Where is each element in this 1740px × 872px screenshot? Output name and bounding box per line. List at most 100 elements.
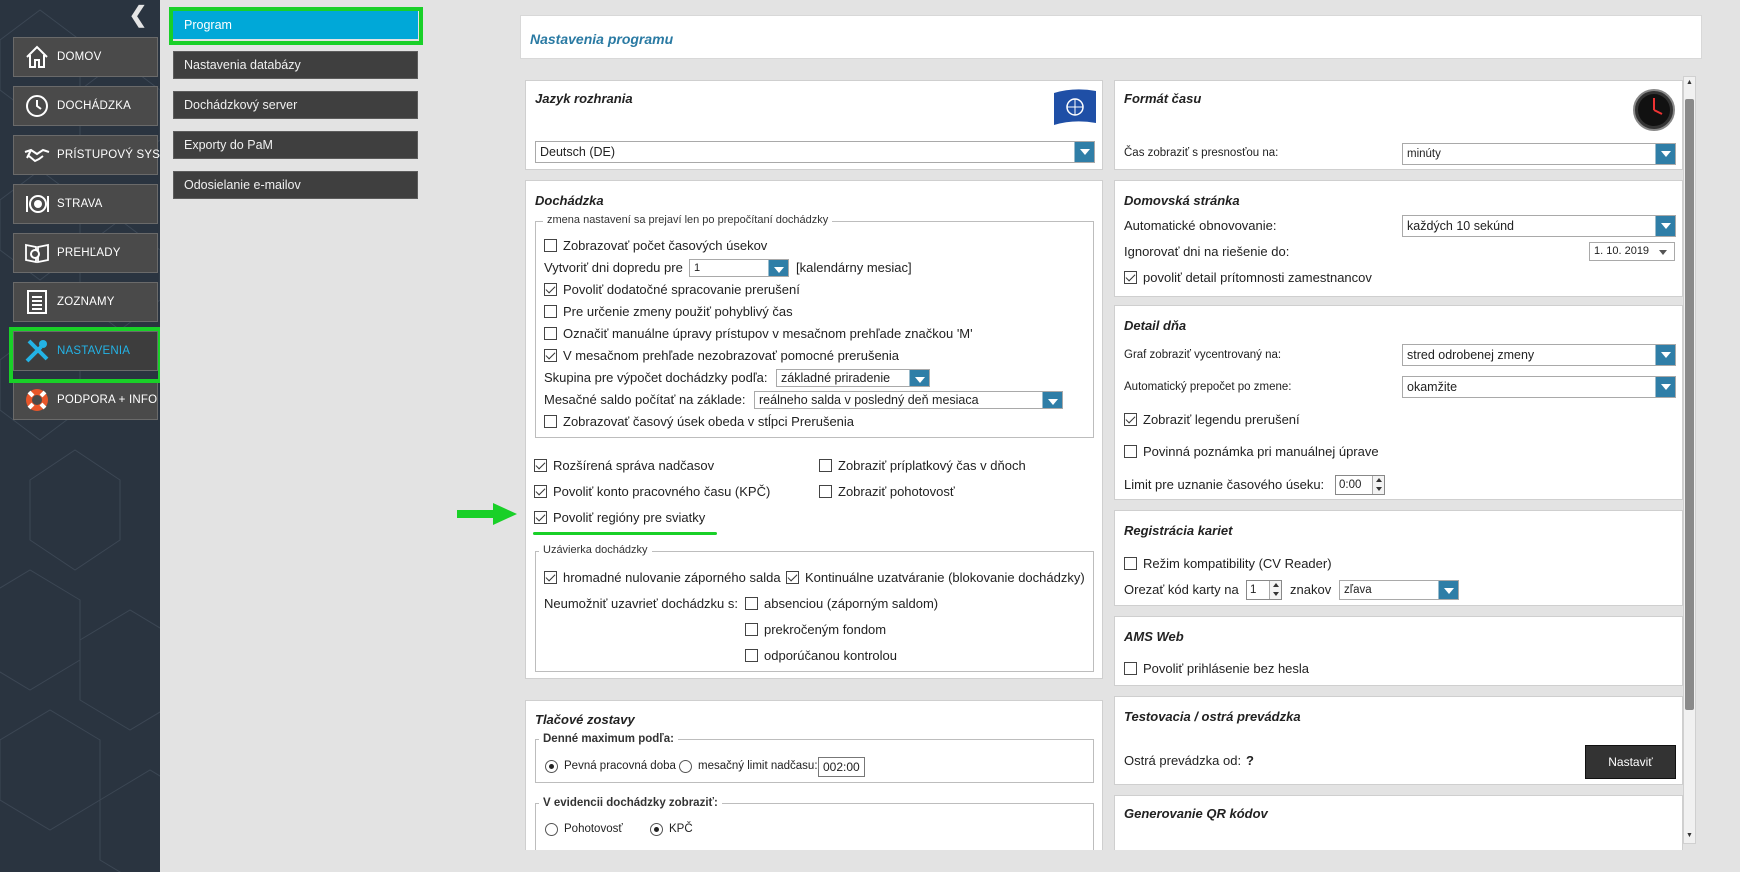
highlight-underline	[533, 532, 717, 535]
panel-title: Dochádzka	[535, 193, 604, 208]
stepper-value: 1	[1250, 584, 1257, 596]
radio-button[interactable]	[545, 760, 558, 773]
checkbox[interactable]	[534, 485, 547, 498]
nav-item-domov[interactable]: DOMOV	[13, 37, 158, 77]
radio-button[interactable]	[650, 823, 663, 836]
fieldset-legend: Uzávierka dochádzky	[539, 544, 652, 556]
nav-item-prehlady[interactable]: PREHĽADY	[13, 233, 158, 273]
nav-item-pristupovy[interactable]: PRÍSTUPOVÝ SYS.	[13, 135, 160, 175]
field-label: Neumožniť uzavrieť dochádzku s:	[544, 596, 739, 611]
days-ahead-select[interactable]: 1	[689, 259, 789, 277]
scroll-up-icon[interactable]: ▲	[1685, 78, 1694, 87]
checkbox[interactable]	[544, 305, 557, 318]
checkbox[interactable]	[1124, 557, 1137, 570]
checkbox-label: Označiť manuálne úpravy prístupov v mesa…	[563, 326, 973, 341]
select-value: Deutsch (DE)	[540, 145, 616, 159]
subnav-nastavenia-databazy[interactable]: Nastavenia databázy	[173, 51, 418, 79]
radio-label: mesačný limit nadčasu:	[698, 760, 818, 772]
plate-icon	[23, 190, 51, 218]
panel-ams-web: AMS Web Povoliť prihlásenie bez hesla	[1114, 616, 1683, 686]
field-label: Ignorovať dni na riešenie do:	[1124, 244, 1290, 259]
subnav-odosielanie-emailov[interactable]: Odosielanie e-mailov	[173, 171, 418, 199]
auto-refresh-select[interactable]: každých 10 sekúnd	[1402, 215, 1676, 237]
recalc-select[interactable]: okamžite	[1402, 376, 1676, 398]
nav-label: PREHĽADY	[57, 247, 121, 259]
stepper-arrows-icon[interactable]	[1269, 581, 1281, 599]
checkbox-label: Povoliť konto pracovného času (KPČ)	[553, 484, 771, 499]
checkbox[interactable]	[544, 571, 557, 584]
list-icon	[23, 288, 51, 316]
panel-testovacia: Testovacia / ostrá prevádzka Ostrá prevá…	[1114, 696, 1683, 785]
language-select[interactable]: Deutsch (DE)	[535, 141, 1095, 163]
subnav-label: Dochádzkový server	[184, 98, 298, 112]
hex-background	[0, 9, 160, 872]
nav-item-zoznamy[interactable]: ZOZNAMY	[13, 282, 158, 322]
balance-select[interactable]: reálneho salda v posledný deň mesiaca	[754, 391, 1063, 409]
nav-item-dochadzka[interactable]: DOCHÁDZKA	[13, 86, 158, 126]
select-value: zľava	[1344, 584, 1372, 596]
checkbox-label: Povoliť prihlásenie bez hesla	[1143, 661, 1310, 676]
trim-direction-select[interactable]: zľava	[1339, 580, 1459, 600]
date-picker[interactable]: 1. 10. 2019	[1589, 242, 1675, 261]
vertical-scrollbar[interactable]: ▲ ▼	[1683, 76, 1696, 844]
checkbox[interactable]	[786, 571, 799, 584]
chevron-down-icon	[1655, 377, 1675, 397]
checkbox[interactable]	[544, 327, 557, 340]
panel-title: Domovská stránka	[1124, 193, 1240, 208]
checkbox[interactable]	[745, 623, 758, 636]
checkbox[interactable]	[1124, 271, 1137, 284]
card-length-stepper[interactable]: 1	[1246, 580, 1282, 600]
field-label: Skupina pre výpočet dochádzky podľa:	[544, 370, 768, 385]
overtime-limit-input[interactable]: 002:00	[818, 757, 865, 777]
field-label: Orezať kód karty na	[1124, 582, 1239, 597]
footer-spacer	[520, 850, 1702, 872]
nav-label: PRÍSTUPOVÝ SYS.	[57, 149, 160, 161]
checkbox[interactable]	[544, 283, 557, 296]
radio-button[interactable]	[679, 760, 692, 773]
checkbox-label: V mesačnom prehľade nezobrazovať pomocné…	[563, 348, 900, 363]
select-value: stred odrobenej zmeny	[1407, 348, 1535, 362]
subnav-dochadzkovy-server[interactable]: Dochádzkový server	[173, 91, 418, 119]
checkbox[interactable]	[745, 649, 758, 662]
checkbox[interactable]	[1124, 662, 1137, 675]
subnav-label: Exporty do PaM	[184, 138, 273, 152]
time-limit-stepper[interactable]: 0:00	[1335, 475, 1385, 495]
nav-item-podpora[interactable]: PODPORA + INFO	[13, 380, 158, 420]
checkbox-label: Zobrazovať časový úsek obeda v stĺpci Pr…	[563, 414, 855, 429]
checkbox-label: hromadné nulovanie záporného salda	[563, 570, 781, 585]
checkbox[interactable]	[1124, 413, 1137, 426]
checkbox-label: Zobraziť pohotovosť	[838, 484, 955, 499]
unit-label: [kalendárny mesiac]	[796, 260, 912, 275]
scroll-down-icon[interactable]: ▼	[1685, 831, 1694, 840]
radio-label: KPČ	[669, 823, 693, 835]
chevron-down-icon	[1655, 345, 1675, 365]
group-select[interactable]: základné priradenie	[776, 369, 930, 387]
checkbox[interactable]	[544, 239, 557, 252]
stepper-arrows-icon[interactable]	[1372, 476, 1384, 494]
checkbox[interactable]	[1124, 445, 1137, 458]
checkbox[interactable]	[819, 459, 832, 472]
main-sidebar: ❮ DOMOV DOCHÁDZKA PRÍSTUPOVÝ SYS. STRAVA…	[0, 0, 160, 872]
scrollbar-thumb[interactable]	[1685, 99, 1694, 710]
subnav-exporty-pam[interactable]: Exporty do PaM	[173, 131, 418, 159]
checkbox-label: prekročeným fondom	[764, 622, 887, 637]
checkbox[interactable]	[544, 415, 557, 428]
graph-center-select[interactable]: stred odrobenej zmeny	[1402, 344, 1676, 366]
collapse-sidebar-icon[interactable]: ❮	[127, 4, 149, 26]
field-label: Limit pre uznanie časového úseku:	[1124, 477, 1325, 492]
time-precision-select[interactable]: minúty	[1402, 143, 1676, 165]
set-button[interactable]: Nastaviť	[1585, 745, 1676, 779]
checkbox[interactable]	[544, 349, 557, 362]
checkbox[interactable]	[534, 511, 547, 524]
chevron-down-icon	[1654, 243, 1674, 260]
radio-button[interactable]	[545, 823, 558, 836]
page-title: Nastavenia programu	[530, 31, 674, 47]
nav-label: DOCHÁDZKA	[57, 100, 132, 112]
panel-title: Registrácia kariet	[1124, 523, 1233, 538]
nav-item-strava[interactable]: STRAVA	[13, 184, 158, 224]
panel-registracia: Registrácia kariet Režim kompatibility (…	[1114, 510, 1683, 606]
checkbox[interactable]	[745, 597, 758, 610]
checkbox-label: Režim kompatibility (CV Reader)	[1143, 556, 1332, 571]
checkbox[interactable]	[819, 485, 832, 498]
checkbox[interactable]	[534, 459, 547, 472]
